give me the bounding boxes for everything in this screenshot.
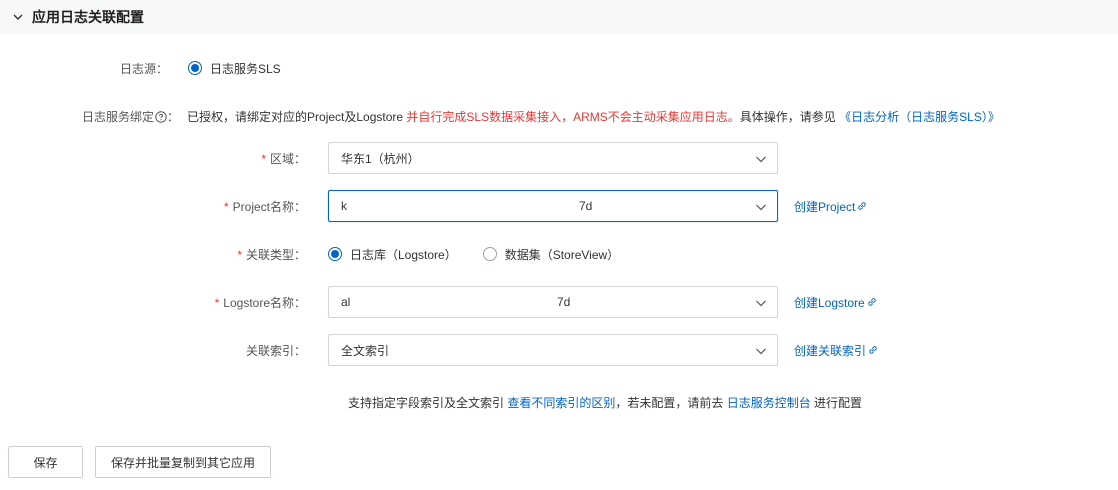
- region-value: 华东1（杭州）: [341, 151, 420, 166]
- logstore-value-end: 7d: [557, 295, 571, 309]
- create-index-link[interactable]: 创建关联索引: [794, 342, 878, 359]
- assoc-type-row: * 关联类型： 日志库（Logstore） 数据集（StoreView）: [0, 244, 1118, 264]
- chevron-down-icon[interactable]: [12, 11, 24, 23]
- binding-row: 日志服务绑定 ： 已授权，请绑定对应的Project及Logstore 并自行完成…: [0, 106, 1118, 126]
- logstore-select[interactable]: al 7d: [328, 286, 778, 318]
- save-button[interactable]: 保存: [8, 446, 83, 478]
- sls-console-link[interactable]: 日志服务控制台: [727, 394, 811, 411]
- project-value-end: 7d: [579, 199, 593, 213]
- radio-unchecked-icon: [482, 247, 497, 261]
- create-logstore-link[interactable]: 创建Logstore: [794, 294, 877, 311]
- assoc-type-label: * 关联类型：: [237, 247, 306, 262]
- section-header[interactable]: 应用日志关联配置: [0, 0, 1118, 34]
- binding-label-text: 日志服务绑定: [82, 109, 155, 124]
- index-label: 关联索引：: [245, 343, 306, 358]
- binding-warning: 并自行完成SLS数据采集接入，ARMS不会主动采集应用日志。: [403, 109, 740, 124]
- chevron-down-icon: [755, 201, 767, 213]
- page: 应用日志关联配置 日志源： 日志服务SLS 日志服务绑定 ： 已授权，请绑定对应的…: [0, 0, 1118, 490]
- region-row: * 区域： 华东1（杭州）: [0, 142, 1118, 174]
- binding-colon: ：: [167, 109, 180, 124]
- chevron-down-icon: [755, 345, 767, 357]
- project-row: * Project名称： k 7d 创建Project: [0, 190, 1118, 222]
- index-select[interactable]: 全文索引: [328, 334, 778, 366]
- index-value: 全文索引: [341, 343, 390, 358]
- external-link-icon: [857, 201, 867, 211]
- index-hint-row: 支持指定字段索引及全文索引 查看不同索引的区别，若未配置，请前去 日志服务控制台…: [0, 392, 1118, 412]
- logstore-label: * Logstore名称：: [214, 295, 306, 310]
- log-source-radio-sls[interactable]: 日志服务SLS: [188, 60, 281, 77]
- chevron-down-icon: [755, 297, 767, 309]
- doc-link-sls[interactable]: 《日志分析（日志服务SLS）》: [839, 108, 1000, 125]
- region-label: * 区域：: [261, 151, 306, 166]
- project-label: * Project名称：: [223, 199, 306, 214]
- logstore-value-start: al: [341, 295, 351, 309]
- assoc-type-radio-logstore[interactable]: 日志库（Logstore）: [328, 246, 457, 263]
- assoc-type-option-storeview: 数据集（StoreView）: [504, 247, 620, 262]
- log-source-label: 日志源：: [119, 61, 168, 76]
- binding-description: 已授权，请绑定对应的Project及Logstore 并自行完成SLS数据采集接…: [187, 108, 1000, 125]
- help-icon[interactable]: [155, 110, 167, 123]
- section-title: 应用日志关联配置: [32, 9, 144, 25]
- region-select[interactable]: 华东1（杭州）: [328, 142, 778, 174]
- index-difference-link[interactable]: 查看不同索引的区别: [507, 394, 615, 411]
- logstore-row: * Logstore名称： al 7d 创建Logstore: [0, 286, 1118, 318]
- assoc-type-radio-storeview[interactable]: 数据集（StoreView）: [482, 246, 620, 263]
- project-select[interactable]: k 7d: [328, 190, 778, 222]
- assoc-type-option-logstore: 日志库（Logstore）: [350, 247, 457, 262]
- radio-checked-icon: [188, 61, 202, 75]
- index-hint: 支持指定字段索引及全文索引 查看不同索引的区别，若未配置，请前去 日志服务控制台…: [348, 394, 863, 411]
- binding-label: 日志服务绑定 ：: [82, 108, 179, 125]
- log-source-row: 日志源： 日志服务SLS: [0, 58, 1118, 78]
- radio-checked-icon: [328, 247, 342, 261]
- external-link-icon: [868, 345, 878, 355]
- chevron-down-icon: [755, 153, 767, 165]
- binding-text-suffix: 具体操作，请参见: [739, 109, 836, 124]
- external-link-icon: [867, 297, 877, 307]
- binding-text-prefix: 已授权，请绑定对应的Project及Logstore: [187, 109, 404, 124]
- index-row: 关联索引： 全文索引 创建关联索引: [0, 334, 1118, 366]
- project-value-start: k: [341, 199, 347, 213]
- save-copy-button[interactable]: 保存并批量复制到其它应用: [95, 446, 271, 478]
- log-source-option-label: 日志服务SLS: [210, 61, 281, 76]
- create-project-link[interactable]: 创建Project: [794, 198, 867, 215]
